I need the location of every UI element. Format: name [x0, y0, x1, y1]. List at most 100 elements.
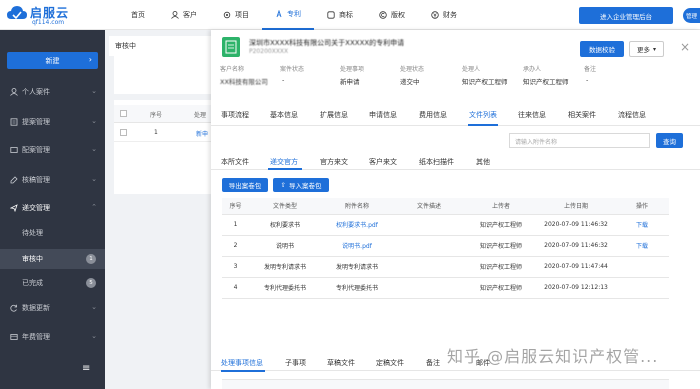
attachment-search-input[interactable]: 请输入附件名称 — [509, 133, 650, 148]
select-all-checkbox[interactable] — [120, 110, 127, 117]
sidebar-sub-label: 待处理 — [22, 229, 43, 237]
table-row[interactable]: 1 新申 — [114, 124, 214, 142]
file-table: 序号 文件类型 附件名称 文件描述 上传者 上传日期 操作 1 权利要求书 权利… — [222, 198, 669, 299]
download-link[interactable]: 下载 — [615, 235, 669, 257]
tab-correspondence[interactable]: 往来信息 — [518, 110, 546, 120]
list-header: 序号 处理 — [114, 105, 214, 123]
attachment-link[interactable]: 说明书.pdf — [321, 235, 393, 257]
tab-sub-items[interactable]: 子事项 — [285, 358, 306, 368]
file-tab-official-incoming[interactable]: 官方来文 — [320, 157, 348, 167]
cell-index: 1 — [222, 214, 249, 236]
new-button-label: 新建 — [45, 56, 60, 65]
import-button[interactable]: ⇧ 导入案卷包 — [273, 178, 329, 192]
nav-patent[interactable]: 专利 — [262, 0, 314, 30]
sidebar-item-proposal[interactable]: 提案管理 ⌄ — [0, 112, 105, 132]
cell-type: 权利要求书 — [249, 214, 321, 236]
nav-finance[interactable]: 财务 — [418, 0, 470, 30]
tab-basic-info[interactable]: 基本信息 — [270, 110, 298, 120]
cell-date: 2020-07-09 12:12:13 — [537, 277, 615, 299]
nav-customer-label: 客户 — [183, 11, 197, 19]
sidebar-item-label: 个人案件 — [22, 88, 50, 96]
table-row[interactable]: 1 权利要求书 权利要求书.pdf 知识产权工程师 2020-07-09 11:… — [222, 214, 669, 236]
file-tab-scans[interactable]: 纸本扫描件 — [419, 157, 454, 167]
sidebar-item-submit[interactable]: 递交管理 ⌃ — [0, 198, 105, 218]
tab-process-info[interactable]: 处理事项信息 — [221, 358, 263, 368]
col-attachment-name: 附件名称 — [321, 198, 393, 215]
nav-customer[interactable]: 客户 — [158, 0, 210, 30]
nav-copyright[interactable]: 版权 — [366, 0, 418, 30]
page-tab[interactable]: 审核中 — [109, 36, 214, 56]
tab-finals[interactable]: 定稿文件 — [376, 358, 404, 368]
tab-remarks[interactable]: 备注 — [426, 358, 440, 368]
table-row[interactable]: 4 专利代理委托书 专利代理委托书 知识产权工程师 2020-07-09 12:… — [222, 277, 669, 299]
tab-file-list[interactable]: 文件列表 — [469, 110, 497, 120]
enter-admin-button[interactable]: 进入企业管理后台 — [579, 7, 673, 24]
finance-icon — [431, 11, 439, 19]
table-header-row: 序号 文件类型 附件名称 文件描述 上传者 上传日期 操作 — [222, 198, 669, 215]
cell-uploader: 知识产权工程师 — [465, 235, 537, 257]
tab-drafts[interactable]: 草稿文件 — [327, 358, 355, 368]
col-action: 操作 — [615, 198, 669, 215]
tab-flow-info[interactable]: 流程信息 — [618, 110, 646, 120]
chevron-right-icon: › — [88, 55, 92, 64]
table-row[interactable]: 2 说明书 说明书.pdf 知识产权工程师 2020-07-09 11:46:3… — [222, 235, 669, 257]
chevron-down-icon: ⌄ — [91, 87, 97, 95]
row-checkbox[interactable] — [120, 129, 127, 136]
file-tab-submit-official[interactable]: 递交官方 — [270, 157, 298, 167]
sidebar-item-assign[interactable]: 配案管理 ⌄ — [0, 140, 105, 160]
tab-application-info[interactable]: 申请信息 — [369, 110, 397, 120]
gear-icon — [223, 11, 231, 19]
chevron-down-icon: ⌄ — [91, 303, 97, 311]
collapse-menu-icon[interactable]: ≡ — [82, 363, 90, 374]
tab-extended-info[interactable]: 扩展信息 — [320, 110, 348, 120]
file-tab-client-incoming[interactable]: 客户来文 — [369, 157, 397, 167]
sidebar-item-data-update[interactable]: 数据更新 ⌄ — [0, 298, 105, 318]
file-tab-firm[interactable]: 本所文件 — [221, 157, 249, 167]
download-link[interactable]: 下载 — [615, 214, 669, 236]
tab-related-cases[interactable]: 相关案件 — [568, 110, 596, 120]
sidebar-item-annual-fee[interactable]: 年费管理 ⌄ — [0, 327, 105, 347]
attachment-link[interactable]: 权利要求书.pdf — [321, 214, 393, 236]
trademark-icon — [327, 11, 335, 19]
sidebar-sub-reviewing[interactable]: 审核中 1 — [0, 249, 105, 269]
count-badge: 1 — [86, 254, 96, 264]
export-button[interactable]: 导出案卷包 — [222, 178, 268, 192]
tab-fee-info[interactable]: 费用信息 — [419, 110, 447, 120]
info-label: 案件状态 — [280, 66, 305, 73]
new-button[interactable]: 新建 › — [7, 52, 98, 69]
info-value: 知识产权工程师 — [462, 78, 508, 86]
table-row[interactable]: 3 发明专利请求书 发明专利请求书 知识产权工程师 2020-07-09 11:… — [222, 256, 669, 278]
row-process[interactable]: 新申 — [196, 129, 208, 138]
nav-patent-label: 专利 — [287, 10, 301, 18]
search-button[interactable]: 查询 — [656, 133, 683, 148]
upload-icon: ⇧ — [280, 181, 286, 189]
sidebar-item-personal-cases[interactable]: 个人案件 ⌄ — [0, 82, 105, 102]
nav-project[interactable]: 项目 — [210, 0, 262, 30]
info-value: XX科技有限公司 — [220, 78, 268, 86]
col-process: 处理 — [194, 112, 207, 119]
cell-type: 发明专利请求书 — [249, 256, 321, 278]
nav-home[interactable]: 首页 — [118, 0, 158, 30]
cell-uploader: 知识产权工程师 — [465, 256, 537, 278]
col-file-type: 文件类型 — [249, 198, 321, 215]
cell-desc — [393, 277, 465, 299]
case-title: 深圳市XXXX科技有限公司关于XXXXX的专利申请 — [249, 39, 405, 47]
data-check-button[interactable]: 数据校验 — [580, 41, 624, 57]
sidebar-sub-pending[interactable]: 待处理 — [0, 223, 105, 243]
refresh-icon — [10, 304, 17, 312]
sidebar-item-review[interactable]: 核稿管理 ⌄ — [0, 170, 105, 190]
logo-url: qf114.com — [32, 19, 65, 26]
sidebar-item-label: 核稿管理 — [22, 176, 50, 184]
sidebar-sub-completed[interactable]: 已完成 5 — [0, 273, 105, 293]
nav-trademark[interactable]: 商标 — [314, 0, 366, 30]
cell-index: 4 — [222, 277, 249, 299]
logo[interactable]: 启服云 qf114.com — [6, 3, 106, 29]
cell-desc — [393, 235, 465, 257]
tab-process[interactable]: 事项流程 — [221, 110, 249, 120]
more-button[interactable]: 更多 ▾ — [629, 41, 664, 57]
count-badge: 5 — [86, 278, 96, 288]
close-icon[interactable]: × — [680, 40, 690, 54]
case-number: P20200XXXX — [249, 48, 289, 55]
avatar[interactable]: 管理 — [683, 8, 700, 23]
file-tab-other[interactable]: 其他 — [476, 157, 490, 167]
